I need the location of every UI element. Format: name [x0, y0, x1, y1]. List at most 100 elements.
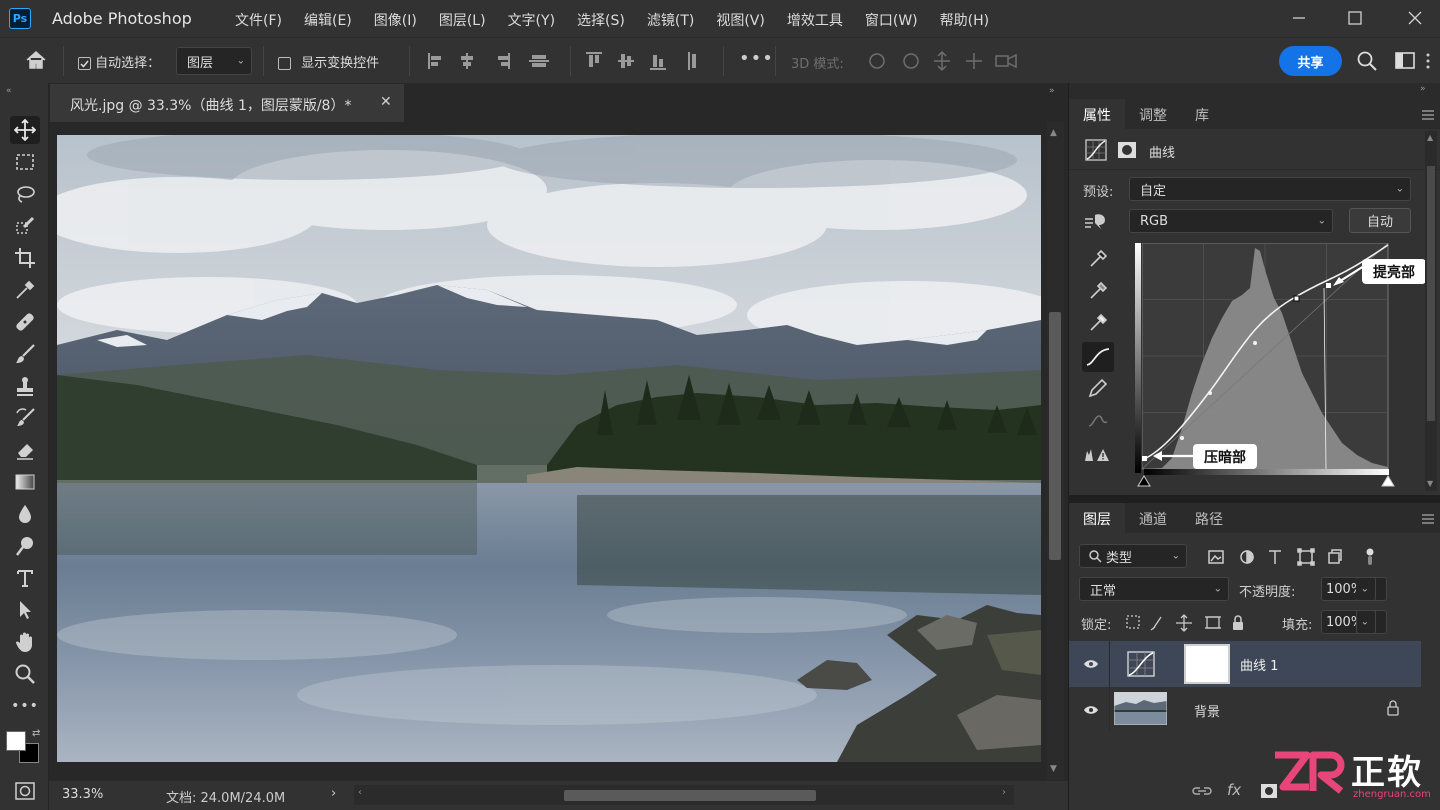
move-tool[interactable] — [10, 116, 40, 144]
layer-name[interactable]: 曲线 1 — [1240, 655, 1278, 674]
quick-select-tool[interactable] — [10, 212, 40, 240]
layer-name[interactable]: 背景 — [1194, 701, 1220, 720]
edit-points-tool[interactable] — [1082, 342, 1114, 372]
image-canvas[interactable] — [57, 135, 1041, 762]
swap-colors-icon[interactable]: ⇄ — [32, 728, 40, 739]
white-point-slider[interactable] — [1381, 475, 1395, 487]
collapse-panels-icon[interactable]: » — [1049, 86, 1055, 96]
maximize-icon[interactable] — [1344, 7, 1366, 29]
curves-adjustment-icon — [1085, 139, 1107, 161]
menu-plugins[interactable]: 增效工具 — [787, 10, 843, 30]
auto-select-checkbox[interactable]: 自动选择： — [78, 52, 160, 71]
hand-tool[interactable] — [10, 628, 40, 656]
layer-style-icon[interactable]: fx — [1227, 781, 1241, 799]
black-point-slider[interactable] — [1137, 475, 1151, 487]
history-brush-tool[interactable] — [10, 404, 40, 432]
more-icon[interactable]: ••• — [10, 692, 40, 720]
collapse-toolbar-icon[interactable]: « — [6, 86, 12, 96]
stamp-tool[interactable] — [10, 372, 40, 400]
tab-paths[interactable]: 路径 — [1181, 503, 1237, 533]
menu-window[interactable]: 窗口(W) — [865, 10, 918, 30]
vertical-scrollbar[interactable]: ▲ ▼ — [1047, 122, 1064, 780]
opacity-field[interactable]: 100% — [1321, 577, 1387, 601]
close-tab-icon[interactable]: ✕ — [380, 94, 392, 110]
horizontal-scrollbar[interactable]: ‹ › — [354, 785, 1014, 805]
quick-mask-icon[interactable] — [14, 781, 36, 801]
layer-row-background[interactable]: 背景 — [1069, 687, 1421, 731]
align-icons[interactable] — [426, 50, 566, 72]
smooth-curve-icon — [1088, 415, 1108, 427]
layer-filter-dropdown[interactable]: 类型 ⌄ — [1079, 544, 1187, 568]
distribute-icons[interactable] — [584, 50, 709, 72]
zoom-level[interactable]: 33.3% — [62, 787, 103, 802]
close-icon[interactable] — [1404, 7, 1426, 29]
tab-channels[interactable]: 通道 — [1125, 503, 1181, 533]
auto-select-target-dropdown[interactable]: 图层 ⌄ — [176, 47, 252, 75]
fill-field[interactable]: 100% — [1321, 610, 1387, 634]
document-tab[interactable]: 风光.jpg @ 33.3%（曲线 1，图层蒙版/8）* ✕ — [50, 84, 404, 122]
collapse-icon[interactable]: » — [1420, 84, 1426, 94]
home-icon[interactable] — [25, 50, 47, 70]
pencil-icon[interactable] — [1087, 377, 1109, 399]
panel-menu-icon[interactable] — [1421, 110, 1435, 120]
brush-icon — [16, 344, 35, 363]
workspace-icon[interactable] — [1394, 50, 1416, 72]
marquee-tool[interactable] — [10, 148, 40, 176]
vertical-scroll-thumb[interactable] — [1049, 312, 1061, 560]
crop-tool[interactable] — [10, 244, 40, 272]
auto-button[interactable]: 自动 — [1349, 208, 1411, 233]
sample-black-point-icon[interactable] — [1087, 248, 1109, 270]
horizontal-scroll-thumb[interactable] — [564, 790, 816, 801]
minimize-icon[interactable] — [1288, 7, 1310, 29]
menu-select[interactable]: 选择(S) — [577, 10, 625, 30]
layer-mask-thumbnail[interactable] — [1184, 644, 1230, 684]
opacity-dropdown[interactable]: ⌄ — [1356, 577, 1376, 601]
tab-adjustments[interactable]: 调整 — [1125, 99, 1181, 129]
more-icon[interactable]: ••• — [739, 48, 774, 69]
show-transform-checkbox[interactable]: 显示变换控件 — [278, 52, 379, 71]
healing-tool[interactable] — [10, 308, 40, 336]
tab-libraries[interactable]: 库 — [1181, 99, 1223, 129]
more-vertical-icon[interactable] — [1424, 50, 1432, 72]
layer-filter-icons[interactable] — [1207, 547, 1387, 567]
menu-edit[interactable]: 编辑(E) — [304, 10, 352, 30]
layers-panel-menu-icon[interactable] — [1421, 514, 1435, 524]
brush-tool[interactable] — [10, 340, 40, 368]
preset-dropdown[interactable]: 自定 ⌄ — [1129, 177, 1411, 201]
layer-mask-icon[interactable] — [1117, 140, 1137, 160]
tab-layers[interactable]: 图层 — [1069, 503, 1125, 533]
lock-options-icons[interactable] — [1125, 613, 1245, 633]
menu-layer[interactable]: 图层(L) — [439, 10, 486, 30]
gradient-tool[interactable] — [10, 468, 40, 496]
link-layers-icon[interactable] — [1191, 783, 1213, 799]
eye-icon[interactable] — [1083, 659, 1099, 669]
eye-icon[interactable] — [1083, 705, 1099, 715]
blur-tool[interactable] — [10, 500, 40, 528]
fill-dropdown[interactable]: ⌄ — [1356, 610, 1376, 634]
eraser-tool[interactable] — [10, 436, 40, 464]
blend-mode-dropdown[interactable]: 正常 ⌄ — [1079, 577, 1229, 601]
sample-white-point-icon[interactable] — [1087, 312, 1109, 334]
layer-row-curves[interactable]: 曲线 1 — [1069, 641, 1421, 687]
on-image-adjust-icon[interactable] — [1083, 211, 1109, 231]
sample-gray-point-icon[interactable] — [1087, 280, 1109, 302]
menu-help[interactable]: 帮助(H) — [940, 10, 989, 30]
properties-scrollbar[interactable]: ▲ ▼ — [1425, 131, 1437, 491]
path-select-tool[interactable] — [10, 596, 40, 624]
dodge-tool[interactable] — [10, 532, 40, 560]
eyedropper-tool[interactable] — [10, 276, 40, 304]
search-icon[interactable] — [1356, 50, 1378, 72]
menu-type[interactable]: 文字(Y) — [508, 10, 555, 30]
type-tool[interactable] — [10, 564, 40, 592]
menu-image[interactable]: 图像(I) — [374, 10, 417, 30]
zoom-tool[interactable] — [10, 660, 40, 688]
status-menu-arrow-icon[interactable]: › — [331, 786, 336, 801]
menu-filter[interactable]: 滤镜(T) — [647, 10, 694, 30]
channel-dropdown[interactable]: RGB ⌄ — [1129, 209, 1333, 233]
share-button[interactable]: 共享 — [1279, 46, 1342, 76]
menu-view[interactable]: 视图(V) — [716, 10, 765, 30]
clipping-warning-icon[interactable] — [1083, 445, 1111, 463]
menu-file[interactable]: 文件(F) — [235, 10, 282, 30]
tab-properties[interactable]: 属性 — [1069, 99, 1125, 129]
lasso-tool[interactable] — [10, 180, 40, 208]
